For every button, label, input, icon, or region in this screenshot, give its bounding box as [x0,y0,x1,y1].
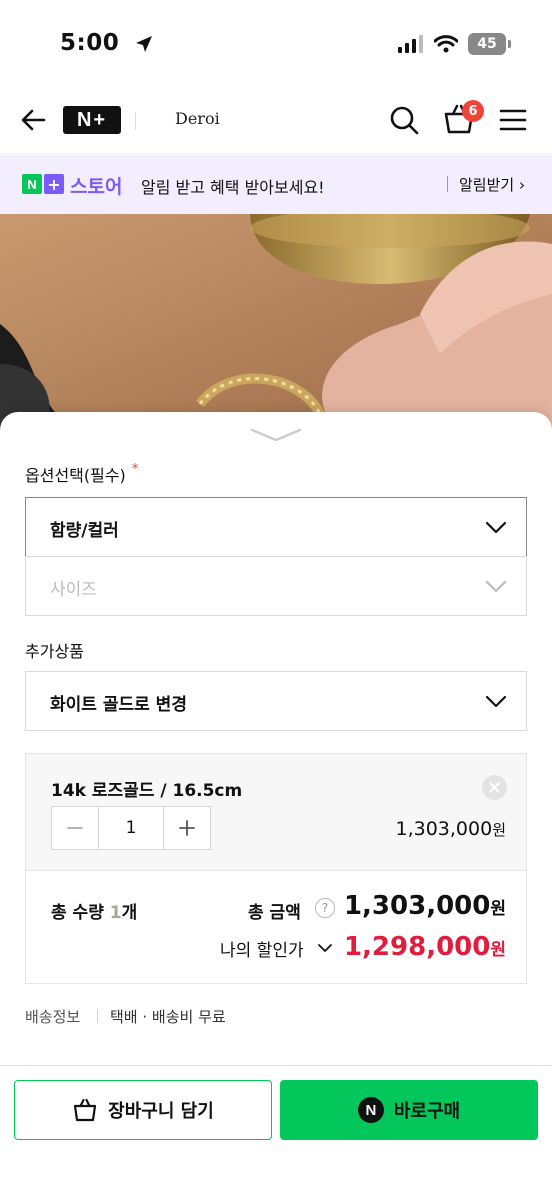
discount-price-currency: 원 [490,940,506,960]
option-price-value: 1,303,000 [395,818,493,840]
battery-icon: 45 [468,33,511,55]
status-bar: 5:00 45 [0,0,552,90]
clock-text: 5:00 [60,30,120,56]
buy-now-button[interactable]: N 바로구매 [280,1080,538,1140]
chevron-down-icon [485,521,507,534]
selected-option-item: 14k 로즈골드 / 16.5cm 1 1,303,000원 [26,754,526,871]
color-select-label: 함량/컬러 [50,521,119,541]
promo-divider [447,176,448,192]
size-select-label: 사이즈 [50,580,97,600]
increase-quantity-button[interactable] [164,807,210,849]
notification-subscribe-link[interactable]: 알림받기 › [459,174,525,195]
status-time: 5:00 [60,30,154,56]
add-to-cart-button[interactable]: 장바구니 담기 [14,1080,272,1140]
total-amount: 1,303,000원 [344,891,506,921]
app-header: N+ Deroi 6 [0,90,552,154]
option-price-currency: 원 [492,821,506,839]
search-icon[interactable] [388,104,420,136]
selected-option-name: 14k 로즈골드 / 16.5cm [51,781,243,801]
my-discount-label[interactable]: 나의 할인가 [220,936,304,961]
promo-text: 알림 받고 혜택 받아보세요! [141,178,325,197]
promo-store-label: 스토어 [70,176,123,198]
wifi-icon [434,35,458,53]
logo-divider [135,112,136,130]
decrease-quantity-button[interactable] [52,807,98,849]
selected-option-panel: 14k 로즈골드 / 16.5cm 1 1,303,000원 총 수량 1개 총… [25,753,527,984]
quantity-value[interactable]: 1 [98,807,164,849]
total-amount-label: 총 금액 [248,903,301,923]
promo-n-logo: N [22,174,42,194]
add-to-cart-label: 장바구니 담기 [108,1101,214,1122]
discount-price-value: 1,298,000 [343,932,491,962]
minus-icon [67,827,83,829]
total-quantity: 총 수량 1개 [51,898,137,923]
cellular-signal-icon [398,35,423,53]
shipping-info: 택배 · 배송비 무료 [110,1008,226,1026]
location-arrow-icon [135,35,152,52]
product-photo [0,214,552,434]
naver-plus-logo[interactable]: N+ [63,106,121,134]
chevron-down-icon[interactable] [317,940,333,956]
total-quantity-value: 1 [109,903,122,923]
shopping-bag-icon [74,1098,97,1122]
back-arrow-icon[interactable] [18,104,50,136]
total-amount-currency: 원 [490,899,506,919]
close-icon [489,782,500,793]
shipping-label: 배송정보 [25,1008,81,1026]
promo-plus-logo: + [44,174,64,194]
discount-price: 1,298,000원 [344,932,506,962]
status-icons: 45 [398,33,511,55]
sheet-collapse-chevron-icon[interactable] [248,426,304,444]
addon-select[interactable]: 화이트 골드로 변경 [25,671,527,731]
chevron-down-icon [485,580,507,593]
cart-count-badge: 6 [462,100,484,122]
naver-pay-icon: N [357,1097,384,1123]
shipping-divider [97,1009,98,1023]
bottom-action-bar: 장바구니 담기 N 바로구매 [0,1065,552,1200]
product-photo-illustration [0,214,552,434]
help-icon[interactable]: ? [315,898,335,918]
option-section-label: 옵션선택(필수) [25,466,126,485]
addon-section-label: 추가상품 [25,642,84,661]
remove-option-button[interactable] [482,775,507,800]
hamburger-menu-icon[interactable] [498,105,528,135]
total-quantity-unit: 개 [121,903,138,923]
plus-icon [179,820,195,836]
option-section-title: 옵션선택(필수) * [25,462,138,486]
brand-name[interactable]: Deroi [175,109,220,128]
size-select[interactable]: 사이즈 [25,556,527,616]
total-quantity-label: 총 수량 [51,903,104,923]
total-amount-value: 1,303,000 [343,891,491,921]
option-price: 1,303,000원 [395,818,506,840]
required-mark: * [131,462,139,477]
buy-now-label: 바로구매 [393,1101,461,1122]
quantity-stepper: 1 [51,806,211,850]
battery-level: 45 [477,36,497,52]
color-select[interactable]: 함량/컬러 [25,497,527,557]
chevron-down-icon [485,695,507,708]
addon-select-label: 화이트 골드로 변경 [50,695,187,715]
